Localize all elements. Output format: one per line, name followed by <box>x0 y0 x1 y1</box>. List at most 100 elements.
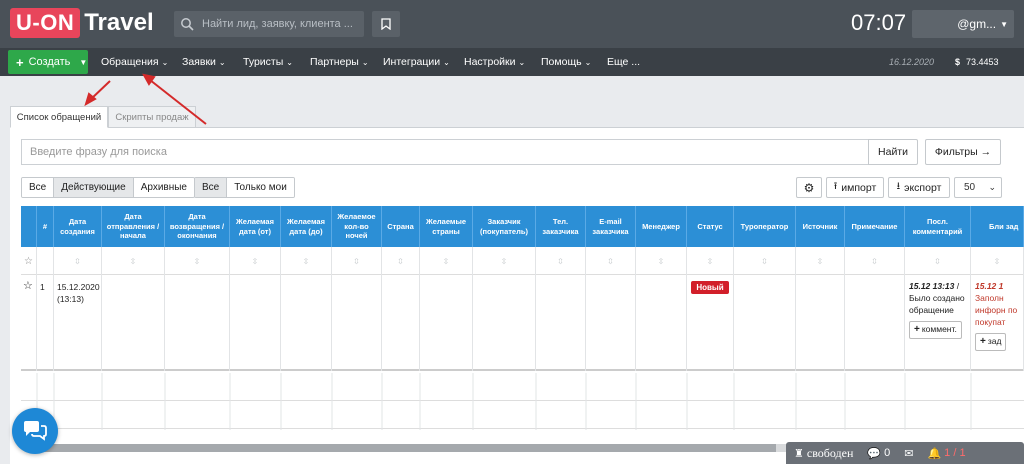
export-button[interactable]: ⭳ экспорт <box>888 177 950 198</box>
col-header[interactable]: Примечание <box>845 206 905 247</box>
nav-item-settings[interactable]: Настройки ⌄ <box>464 48 525 76</box>
sort-icon[interactable]: ⇳ <box>230 247 281 275</box>
sort-icon[interactable]: ⇳ <box>687 247 734 275</box>
status-cell: Новый <box>687 275 734 371</box>
nav-item-orders[interactable]: Заявки ⌄ <box>182 48 226 76</box>
col-header[interactable]: Заказчик (покупатель) <box>473 206 536 247</box>
sort-icon[interactable]: ⇳ <box>734 247 796 275</box>
add-task-button[interactable]: + зад <box>975 332 1007 351</box>
bottom-status-bar: ♜ свободен 💬 0 ✉ 🔔 1 / 1 <box>786 442 1024 464</box>
chevron-down-icon: ⌄ <box>584 58 592 67</box>
mail-indicator[interactable]: ✉ <box>904 447 913 460</box>
star-icon[interactable]: ☆ <box>21 275 37 371</box>
col-header[interactable]: Тел. заказчика <box>536 206 586 247</box>
col-header[interactable]: Желаемая дата (от) <box>230 206 281 247</box>
sort-icon[interactable]: ⇳ <box>905 247 971 275</box>
col-header[interactable]: # <box>37 206 54 247</box>
star-icon[interactable]: ☆ <box>21 247 37 275</box>
sort-icon[interactable]: ⇳ <box>473 247 536 275</box>
col-header[interactable]: Туроператор <box>734 206 796 247</box>
find-button[interactable]: Найти <box>868 139 918 165</box>
sort-icon[interactable]: ⇳ <box>586 247 636 275</box>
table-row[interactable]: ☆ 1 15.12.2020 (13:13) Новый 15.12 13:13… <box>21 275 1024 371</box>
add-comment-button[interactable]: + коммент. <box>909 320 962 339</box>
status-badge[interactable]: Новый <box>691 281 729 295</box>
sort-icon[interactable]: ⇳ <box>332 247 382 275</box>
nav-item-requests[interactable]: Обращения ⌄ <box>101 48 168 76</box>
search-input[interactable] <box>22 140 868 164</box>
chats-count: 0 <box>884 447 891 459</box>
per-page-select[interactable]: 50 ⌄ <box>954 177 1002 198</box>
sort-icon[interactable]: ⇳ <box>54 247 102 275</box>
status-toggle[interactable]: ♜ свободен <box>794 446 853 461</box>
col-header[interactable]: Страна <box>382 206 420 247</box>
notifications-indicator[interactable]: 🔔 1 / 1 <box>927 447 965 460</box>
col-header[interactable]: Дата возвращения / окончания <box>165 206 230 247</box>
filter-all[interactable]: Все <box>22 178 55 197</box>
chevron-down-icon: ⌄ <box>161 58 169 67</box>
col-header[interactable]: Желаемая дата (до) <box>281 206 332 247</box>
upload-icon: ⭱ <box>833 181 838 192</box>
nav-item-partners[interactable]: Партнеры ⌄ <box>310 48 369 76</box>
col-header[interactable]: Желаемое кол-во ночей <box>332 206 382 247</box>
chats-indicator[interactable]: 💬 0 <box>867 447 890 460</box>
sort-icon[interactable]: ⇳ <box>636 247 687 275</box>
plus-icon: + <box>980 335 986 347</box>
import-button[interactable]: ⭱ импорт <box>826 177 884 198</box>
table-cell <box>102 275 165 371</box>
search-icon <box>181 18 194 31</box>
import-label: импорт <box>841 181 877 194</box>
filter-active[interactable]: Действующие <box>54 178 134 197</box>
col-header[interactable]: Дата создания <box>54 206 102 247</box>
filters-button[interactable]: Фильтры → <box>925 139 1001 165</box>
scrollbar-thumb[interactable] <box>36 444 776 452</box>
status-label: свободен <box>806 445 854 460</box>
sort-icon[interactable]: ⇳ <box>420 247 473 275</box>
col-header[interactable]: Источник <box>796 206 845 247</box>
chevron-down-icon: ⌄ <box>988 182 996 192</box>
settings-button[interactable]: ⚙ <box>796 177 822 198</box>
nav-item-more[interactable]: Еще ... <box>607 48 640 76</box>
sort-icon[interactable]: ⇳ <box>281 247 332 275</box>
global-search-input[interactable] <box>202 18 352 30</box>
task-cell: 15.12 1 Заполн инфорн по покупат + зад <box>971 275 1024 371</box>
col-header <box>21 206 37 247</box>
table-row <box>21 401 1024 429</box>
bookmark-button[interactable] <box>372 11 400 37</box>
clock: 07:07 <box>851 10 907 35</box>
nav-item-integrations[interactable]: Интеграции ⌄ <box>383 48 450 76</box>
table-row <box>21 373 1024 401</box>
user-menu[interactable]: @gm... ▼ <box>912 10 1014 38</box>
sort-icon[interactable]: ⇳ <box>382 247 420 275</box>
owner-all[interactable]: Все <box>195 178 228 197</box>
col-header[interactable]: Желаемые страны <box>420 206 473 247</box>
sort-icon[interactable]: ⇳ <box>845 247 905 275</box>
sort-icon[interactable]: ⇳ <box>796 247 845 275</box>
col-header[interactable]: E-mail заказчика <box>586 206 636 247</box>
logo[interactable]: U-ON Travel <box>10 8 154 38</box>
nav-label: Помощь <box>541 56 582 68</box>
gear-icon: ⚙ <box>803 180 815 195</box>
owner-mine[interactable]: Только мои <box>227 178 294 197</box>
col-header[interactable]: Статус <box>687 206 734 247</box>
sort-icon[interactable]: ⇳ <box>165 247 230 275</box>
sort-icon[interactable]: ⇳ <box>102 247 165 275</box>
filter-archived[interactable]: Архивные <box>133 178 194 197</box>
sort-icon[interactable]: ⇳ <box>971 247 1024 275</box>
nav-item-tourists[interactable]: Туристы ⌄ <box>243 48 293 76</box>
col-header[interactable]: Посл. комментарий <box>905 206 971 247</box>
tab-requests-list[interactable]: Список обращений <box>10 106 108 128</box>
global-search <box>174 11 364 37</box>
col-header[interactable]: Менеджер <box>636 206 687 247</box>
task-text: Заполн инфорн по покупат <box>975 292 1018 327</box>
col-header[interactable]: Дата отправления / начала <box>102 206 165 247</box>
chevron-down-icon: ⌄ <box>361 58 369 67</box>
chat-widget-button[interactable] <box>12 408 58 454</box>
col-header[interactable]: Бли зад <box>971 206 1024 247</box>
table-cell <box>845 275 905 371</box>
nav-item-help[interactable]: Помощь ⌄ <box>541 48 591 76</box>
tab-sales-scripts[interactable]: Скрипты продаж <box>108 106 196 128</box>
row-number: 1 <box>37 275 54 371</box>
create-button[interactable]: + Создать ▼ <box>8 50 88 74</box>
sort-icon[interactable]: ⇳ <box>536 247 586 275</box>
